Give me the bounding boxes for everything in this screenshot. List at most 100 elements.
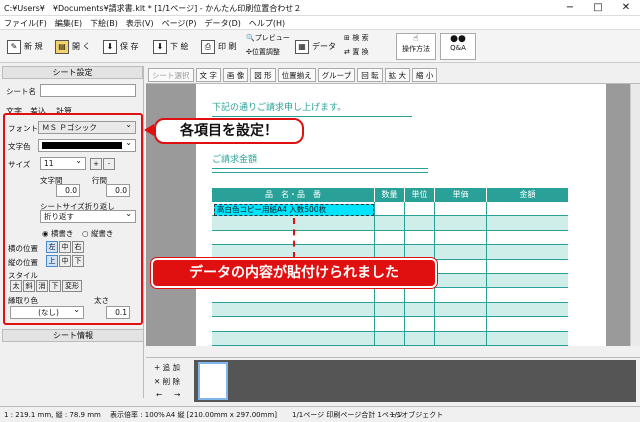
window-title: C:¥Users¥ ¥Documents¥請求書.klt * [1/1ページ] … xyxy=(4,4,302,13)
shape-tool-button[interactable]: 図 形 xyxy=(250,67,276,82)
menu-bar: ファイル(F) 編集(E) 下絵(B) 表示(V) ページ(P) データ(D) ヘルプ(H) xyxy=(0,16,640,30)
table-cell xyxy=(434,245,486,259)
menu-underlay[interactable]: 下絵(B) xyxy=(86,16,122,31)
save-button[interactable]: ⬇ 保 存 xyxy=(102,33,140,60)
header-amount: 金額 xyxy=(486,188,568,202)
underlay-button[interactable]: ⬇ 下 絵 xyxy=(152,33,190,60)
preview-button[interactable]: 🔍プレビュー xyxy=(246,33,290,43)
align-button[interactable]: 位置揃え xyxy=(277,67,316,82)
menu-page[interactable]: ページ(P) xyxy=(158,16,201,31)
zoom-in-button[interactable]: 拡 大 xyxy=(384,67,411,82)
table-cell xyxy=(404,317,434,331)
sheet-info-header[interactable]: シート情報 xyxy=(2,329,144,342)
menu-help[interactable]: ヘルプ(H) xyxy=(245,16,289,31)
amount-label: ご請求金額 xyxy=(212,155,258,165)
object-count: 1/1オブジェクト xyxy=(390,411,444,419)
table-cell xyxy=(374,288,404,302)
minimize-button[interactable]: − xyxy=(556,0,584,16)
table-row xyxy=(212,302,568,318)
table-cell xyxy=(404,288,434,302)
amount-rule-2 xyxy=(212,172,428,173)
delete-page-button[interactable]: ✕ 削 除 xyxy=(154,376,180,387)
table-cell xyxy=(404,302,434,317)
search-icon: ⊞ xyxy=(344,34,350,42)
table-cell xyxy=(212,288,374,301)
select-sheet-button[interactable]: シート選択 xyxy=(148,67,194,82)
object-toolbar: シート選択 文 字 画 像 図 形 位置揃え グループ 回 転 拡 大 縮 小 xyxy=(146,66,640,84)
table-cell xyxy=(404,331,434,345)
zoom-out-button[interactable]: 縮 小 xyxy=(412,67,438,82)
replace-button[interactable]: ⇄ 置 換 xyxy=(344,47,369,57)
save-icon: ⬇ xyxy=(103,39,117,54)
new-button[interactable]: ✎ 新 規 xyxy=(6,33,44,60)
table-cell xyxy=(404,216,434,230)
table-cell xyxy=(486,259,568,273)
table-cell xyxy=(374,331,404,345)
search-button[interactable]: ⊞ 検 索 xyxy=(344,33,369,43)
prev-page-button[interactable]: ← xyxy=(156,390,162,399)
add-page-button[interactable]: + 追 加 xyxy=(154,362,180,373)
group-button[interactable]: グループ xyxy=(317,67,356,82)
underlay-icon: ⬇ xyxy=(153,39,167,54)
open-folder-icon: ▤ xyxy=(55,39,69,54)
howto-button[interactable]: ☝ 操作方法 xyxy=(396,33,436,60)
underlay-label: 下 絵 xyxy=(170,42,189,51)
thumbnail-strip xyxy=(194,360,636,402)
table-row xyxy=(212,216,568,231)
print-button[interactable]: ⎙ 印 刷 xyxy=(200,33,238,60)
sheet-name-input[interactable] xyxy=(40,84,136,97)
header-price: 単価 xyxy=(434,188,486,202)
settings-callout: 各項目を設定！ xyxy=(154,118,304,144)
sheet-settings-header: シート設定 xyxy=(2,66,143,79)
next-page-button[interactable]: → xyxy=(174,390,180,399)
table-row xyxy=(212,331,568,346)
close-button[interactable]: ✕ xyxy=(612,0,640,16)
table-cell xyxy=(486,216,568,230)
header-unit: 単位 xyxy=(404,188,434,202)
data-button[interactable]: ▦ データ xyxy=(294,33,337,60)
open-button[interactable]: ▤ 開 く xyxy=(54,33,92,60)
menu-data[interactable]: データ(D) xyxy=(201,16,245,31)
page-thumbnail[interactable] xyxy=(198,362,228,400)
selected-text-object[interactable]: 高白色コピー用紙A4 入数500枚 xyxy=(214,204,374,216)
preview-icon: 🔍 xyxy=(246,34,255,42)
table-cell xyxy=(434,317,486,331)
settings-highlight-box xyxy=(3,113,143,325)
text-tool-button[interactable]: 文 字 xyxy=(195,67,221,82)
pointer-hand-icon: ☝ xyxy=(413,34,419,44)
qa-button[interactable]: ●● Q&A xyxy=(440,33,476,60)
table-cell xyxy=(486,302,568,317)
table-cell xyxy=(374,202,404,216)
position-adjust-button[interactable]: ✣位置調整 xyxy=(246,47,280,57)
table-cell xyxy=(486,288,568,302)
amount-rule xyxy=(212,168,428,169)
menu-edit[interactable]: 編集(E) xyxy=(51,16,86,31)
data-pasted-callout: データの内容が貼付けられました xyxy=(151,258,437,288)
table-cell xyxy=(434,331,486,345)
table-cell xyxy=(486,245,568,259)
menu-file[interactable]: ファイル(F) xyxy=(0,16,51,31)
vertical-scrollbar[interactable] xyxy=(630,84,640,346)
table-row xyxy=(212,288,568,303)
maximize-button[interactable]: □ xyxy=(584,0,612,16)
table-cell xyxy=(434,259,486,273)
printer-icon: ⎙ xyxy=(201,39,215,54)
main-toolbar: ✎ 新 規 ▤ 開 く ⬇ 保 存 ⬇ 下 絵 ⎙ 印 刷 🔍プレビュー ✣位置調整 ▦ デ… xyxy=(0,30,640,63)
table-cell xyxy=(486,273,568,288)
table-cell xyxy=(486,202,568,216)
menu-view[interactable]: 表示(V) xyxy=(122,16,158,31)
data-label: データ xyxy=(312,42,336,51)
image-tool-button[interactable]: 画 像 xyxy=(222,67,249,82)
print-label: 印 刷 xyxy=(218,42,237,51)
table-cell xyxy=(486,317,568,331)
paper-size: A4 縦 [210.00mm x 297.00mm] xyxy=(166,411,278,419)
table-cell xyxy=(212,332,374,345)
open-label: 開 く xyxy=(72,42,91,51)
position-label: 位置調整 xyxy=(251,48,280,56)
qa-label: Q&A xyxy=(450,44,466,52)
qa-bubble-icon: ●● xyxy=(450,34,466,44)
howto-label: 操作方法 xyxy=(402,45,430,53)
cursor-position: 1 : 219.1 mm, 縦 : 78.9 mm xyxy=(4,411,101,419)
rotate-button[interactable]: 回 転 xyxy=(357,67,383,82)
table-cell xyxy=(374,245,404,259)
